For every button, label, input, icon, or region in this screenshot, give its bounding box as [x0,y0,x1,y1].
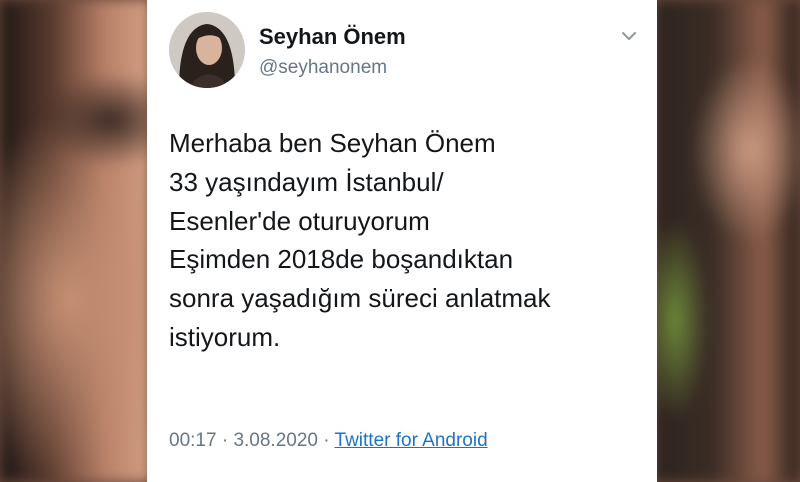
tweet-meta: 00:17 · 3.08.2020 · Twitter for Android [169,430,488,452]
tweet-date: 3.08.2020 [233,430,318,451]
avatar-photo [169,12,245,88]
meta-separator: · [221,430,229,451]
tweet-text-line: 33 yaşındayım İstanbul/ [169,166,444,197]
background-photo-left [0,0,150,482]
user-name[interactable]: Seyhan Önem [259,24,406,50]
tweet-text-line: Esenler'de oturuyorum [169,205,430,236]
avatar[interactable] [169,12,245,88]
background-photo-right [655,0,800,482]
tweet-text-line: Eşimden 2018de boşandıktan [169,244,514,275]
tweet-text: Merhaba ben Seyhan Önem 33 yaşındayım İs… [169,124,639,357]
tweet-text-line: sonra yaşadığım süreci anlatmak [169,283,551,314]
tweet-source-link[interactable]: Twitter for Android [335,430,488,451]
tweet-text-line: istiyorum. [169,321,281,352]
chevron-down-icon[interactable] [620,27,638,45]
tweet-text-line: Merhaba ben Seyhan Önem [169,128,496,158]
meta-separator: · [323,430,330,451]
user-handle[interactable]: @seyhanonem [259,57,387,79]
tweet-time: 00:17 [169,430,217,451]
tweet-card: Seyhan Önem @seyhanonem Merhaba ben Seyh… [147,0,657,482]
